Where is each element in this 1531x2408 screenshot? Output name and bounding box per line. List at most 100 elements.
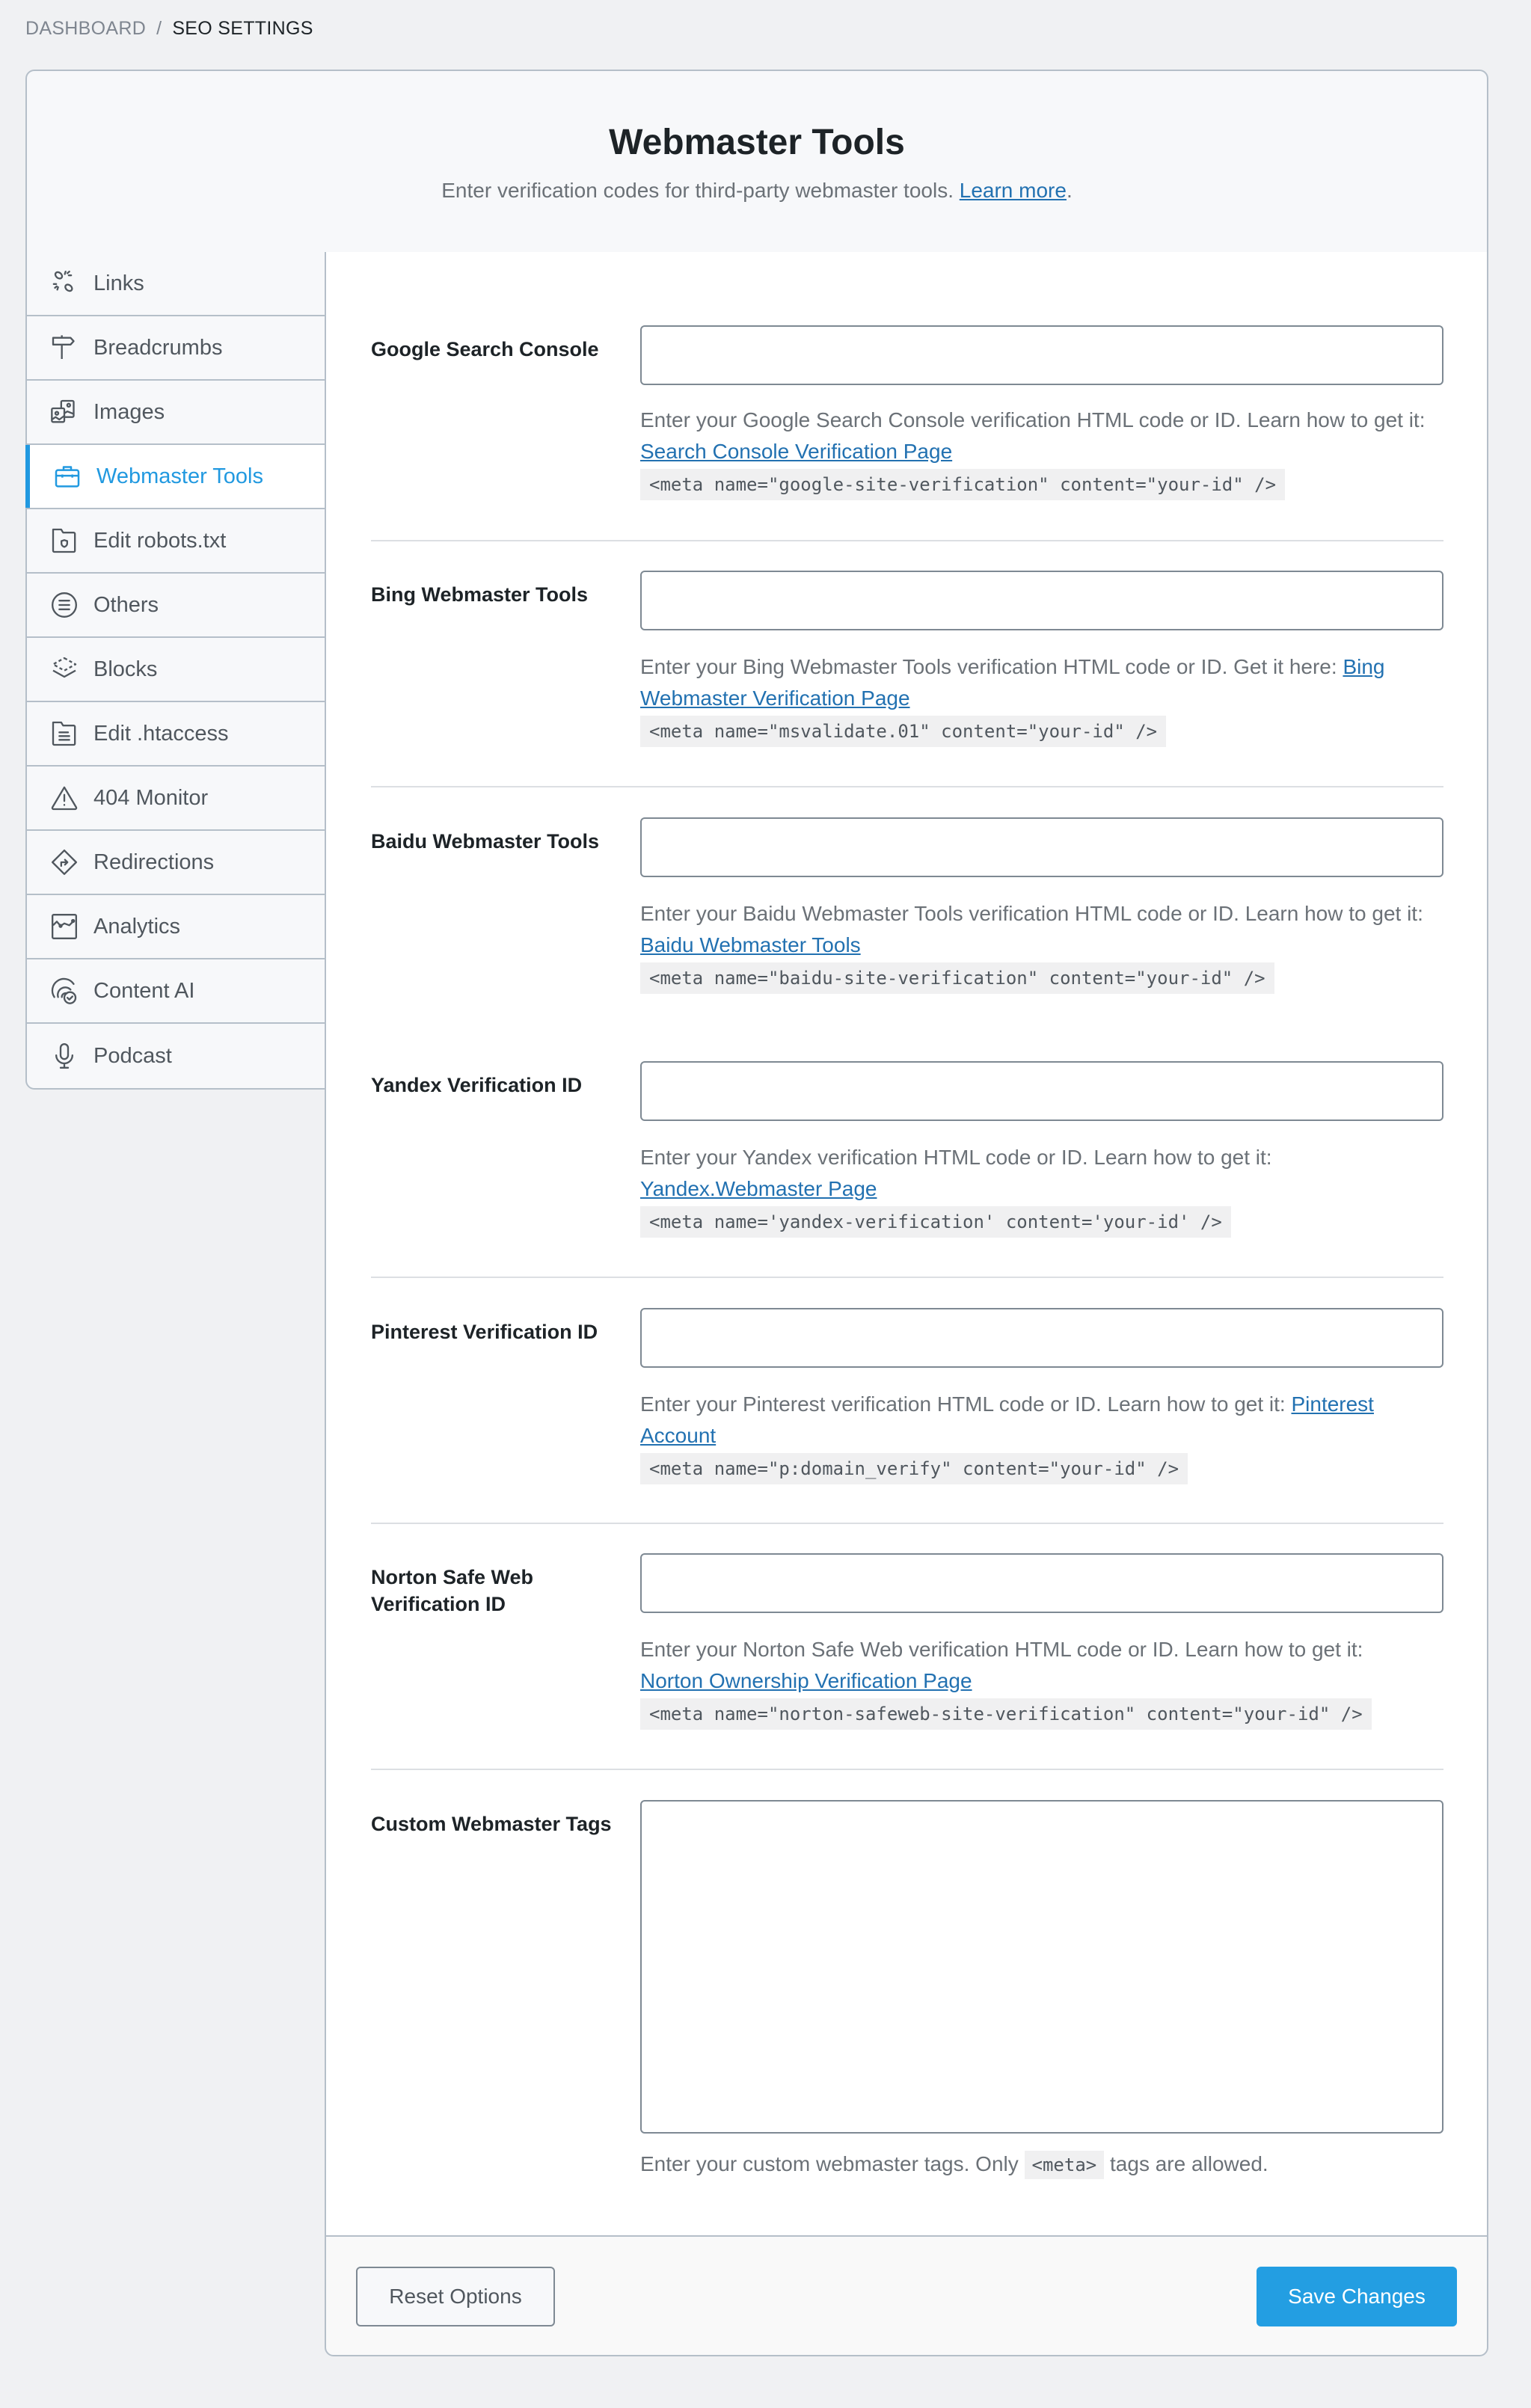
page-title: Webmaster Tools: [609, 123, 905, 162]
webmaster-tools-form: Google Search Console Enter your Google …: [325, 252, 1488, 2237]
baidu-webmaster-tools-input[interactable]: [640, 817, 1443, 877]
sidebar-item-label: Others: [93, 592, 159, 617]
toolbox-icon: [52, 461, 82, 491]
field-help: Enter your Yandex verification HTML code…: [640, 1142, 1443, 1238]
sidebar-item-label: Analytics: [93, 914, 181, 939]
baidu-webmaster-tools-link[interactable]: Baidu Webmaster Tools: [640, 933, 861, 956]
page-description: Enter verification codes for third-party…: [27, 179, 1487, 203]
meta-tag-inline: <meta>: [1024, 2151, 1105, 2179]
warning-triangle-icon: [49, 783, 79, 813]
sidebar-item-edit-htaccess[interactable]: Edit .htaccess: [27, 702, 326, 767]
yandex-webmaster-link[interactable]: Yandex.Webmaster Page: [640, 1177, 877, 1200]
help-text: Enter your Google Search Console verific…: [640, 408, 1426, 431]
field-label: Baidu Webmaster Tools: [371, 830, 600, 853]
reset-options-button[interactable]: Reset Options: [356, 2267, 555, 2326]
learn-more-link[interactable]: Learn more: [960, 179, 1067, 202]
field-help: Enter your Google Search Console verific…: [640, 405, 1443, 500]
sidebar-item-edit-robots[interactable]: Edit robots.txt: [27, 509, 326, 574]
pinterest-verification-input[interactable]: [640, 1308, 1443, 1368]
analytics-chart-icon: [49, 912, 79, 942]
bing-webmaster-tools-input[interactable]: [640, 571, 1443, 630]
sidebar-item-label: Content AI: [93, 978, 195, 1003]
sidebar-item-label: Images: [93, 399, 165, 424]
content-ai-icon: [49, 976, 79, 1006]
page-header: Webmaster Tools Enter verification codes…: [25, 70, 1488, 254]
sidebar-item-blocks[interactable]: Blocks: [27, 638, 326, 702]
help-text: Enter your Yandex verification HTML code…: [640, 1146, 1272, 1169]
section-divider: [371, 786, 1443, 787]
field-label: Pinterest Verification ID: [371, 1321, 598, 1343]
section-divider: [371, 1769, 1443, 1770]
help-text: Enter your Norton Safe Web verification …: [640, 1638, 1363, 1661]
meta-tag-example: <meta name="msvalidate.01" content="your…: [640, 716, 1167, 747]
learn-more-suffix: .: [1066, 179, 1073, 202]
field-label: Bing Webmaster Tools: [371, 583, 589, 606]
meta-tag-example: <meta name="norton-safeweb-site-verifica…: [640, 1698, 1372, 1730]
save-changes-button[interactable]: Save Changes: [1257, 2267, 1457, 2326]
sidebar-item-content-ai[interactable]: Content AI: [27, 959, 326, 1024]
field-label: Google Search Console: [371, 338, 599, 360]
field-help: Enter your Baidu Webmaster Tools verific…: [640, 898, 1443, 994]
meta-tag-example: <meta name='yandex-verification' content…: [640, 1206, 1231, 1238]
folder-shield-icon: [49, 526, 79, 556]
help-text: Enter your custom webmaster tags. Only: [640, 2152, 1019, 2175]
breadcrumb-current: SEO SETTINGS: [172, 18, 313, 39]
sidebar-item-links[interactable]: Links: [27, 252, 326, 316]
list-circle-icon: [49, 590, 79, 620]
form-footer: Reset Options Save Changes: [325, 2235, 1488, 2356]
field-label: Custom Webmaster Tags: [371, 1813, 612, 1835]
folder-document-icon: [49, 719, 79, 749]
meta-tag-example: <meta name="p:domain_verify" content="yo…: [640, 1453, 1188, 1484]
yandex-verification-input[interactable]: [640, 1061, 1443, 1121]
images-icon: [49, 397, 79, 427]
section-divider: [371, 1277, 1443, 1278]
field-label: Yandex Verification ID: [371, 1074, 583, 1096]
norton-ownership-verification-link[interactable]: Norton Ownership Verification Page: [640, 1669, 972, 1692]
sidebar-item-analytics[interactable]: Analytics: [27, 895, 326, 959]
section-divider: [371, 540, 1443, 541]
google-search-console-input[interactable]: [640, 325, 1443, 385]
meta-tag-example: <meta name="baidu-site-verification" con…: [640, 962, 1274, 994]
sidebar-item-label: Blocks: [93, 657, 158, 681]
sidebar-item-breadcrumbs[interactable]: Breadcrumbs: [27, 316, 326, 381]
field-label: Norton Safe Web Verification ID: [371, 1566, 534, 1615]
sidebar-item-label: Edit robots.txt: [93, 528, 227, 553]
sidebar-item-label: 404 Monitor: [93, 785, 209, 810]
search-console-verification-link[interactable]: Search Console Verification Page: [640, 440, 952, 463]
section-divider: [371, 1523, 1443, 1524]
help-text-suffix: tags are allowed.: [1110, 2152, 1268, 2175]
layers-icon: [49, 654, 79, 684]
norton-safe-web-input[interactable]: [640, 1553, 1443, 1613]
redirect-diamond-icon: [49, 847, 79, 877]
sidebar-item-label: Podcast: [93, 1043, 172, 1068]
sidebar-item-404-monitor[interactable]: 404 Monitor: [27, 767, 326, 831]
sidebar-item-podcast[interactable]: Podcast: [27, 1024, 326, 1088]
field-help: Enter your Norton Safe Web verification …: [640, 1634, 1443, 1730]
settings-sidebar: Links Breadcrumbs Images Webmaster Tools…: [25, 252, 326, 1090]
sidebar-item-label: Redirections: [93, 850, 215, 874]
field-help: Enter your Bing Webmaster Tools verifica…: [640, 651, 1443, 747]
microphone-icon: [49, 1041, 79, 1071]
help-text: Enter your Bing Webmaster Tools verifica…: [640, 655, 1337, 678]
sidebar-item-redirections[interactable]: Redirections: [27, 831, 326, 895]
sidebar-item-label: Edit .htaccess: [93, 721, 229, 746]
sidebar-item-label: Webmaster Tools: [96, 464, 263, 488]
sidebar-item-webmaster-tools[interactable]: Webmaster Tools: [25, 445, 326, 509]
meta-tag-example: <meta name="google-site-verification" co…: [640, 469, 1286, 500]
field-help: Enter your custom webmaster tags. Only <…: [640, 2149, 1443, 2180]
breadcrumb-dashboard-link[interactable]: DASHBOARD: [25, 18, 146, 39]
help-text: Enter your Baidu Webmaster Tools verific…: [640, 902, 1423, 925]
sidebar-item-images[interactable]: Images: [27, 381, 326, 445]
help-text: Enter your Pinterest verification HTML c…: [640, 1392, 1286, 1416]
sidebar-item-others[interactable]: Others: [27, 574, 326, 638]
page-description-text: Enter verification codes for third-party…: [441, 179, 954, 202]
breadcrumb: DASHBOARD / SEO SETTINGS: [25, 18, 313, 40]
sidebar-item-label: Links: [93, 271, 144, 295]
sidebar-item-label: Breadcrumbs: [93, 335, 223, 360]
signpost-icon: [49, 333, 79, 363]
breadcrumb-separator: /: [156, 18, 162, 39]
custom-webmaster-tags-textarea[interactable]: [640, 1800, 1443, 2134]
settings-card: Webmaster Tools Enter verification codes…: [25, 70, 1488, 2356]
link-broken-icon: [49, 268, 79, 298]
field-help: Enter your Pinterest verification HTML c…: [640, 1389, 1443, 1484]
